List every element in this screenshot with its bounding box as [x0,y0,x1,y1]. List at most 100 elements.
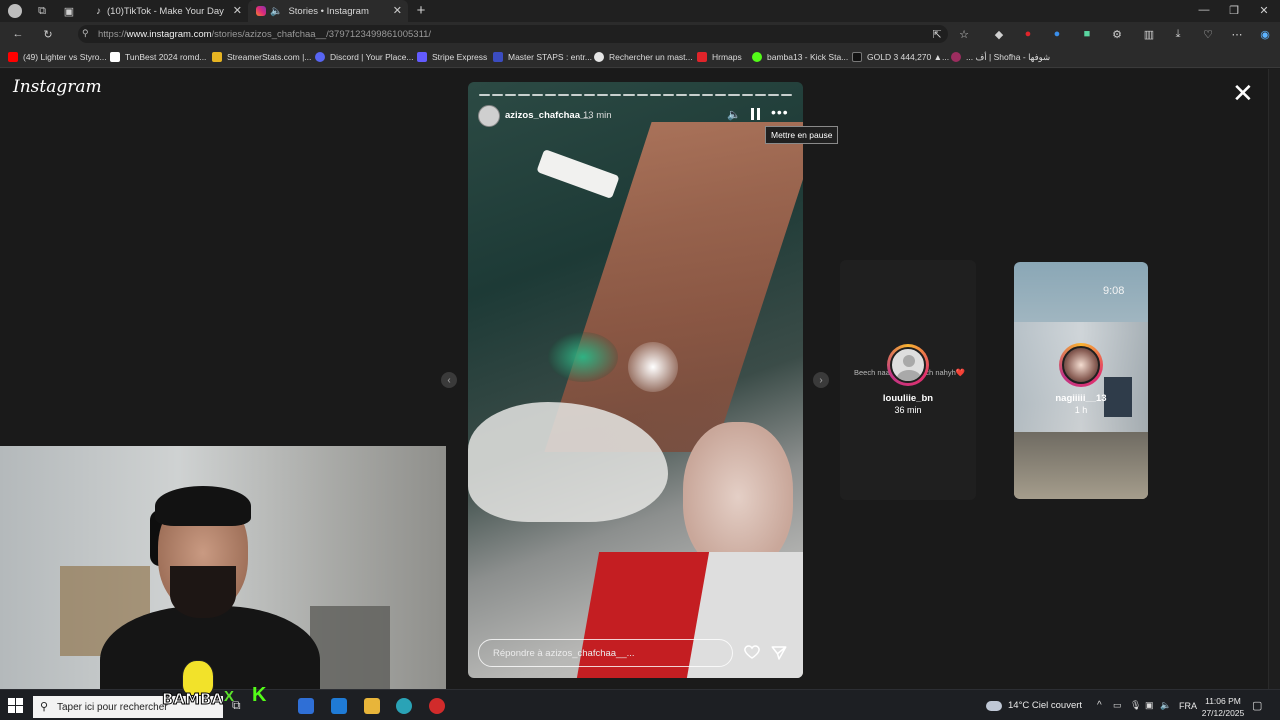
open-in-app-icon[interactable]: ⇱ [930,27,944,41]
tab-actions-icon[interactable]: ▣ [62,4,76,18]
bookmark-icon [110,52,120,62]
story-avatar[interactable] [887,344,929,386]
page-scrollbar[interactable] [1268,69,1280,689]
reply-input[interactable]: Répondre à azizos_chafchaa__... [478,639,733,667]
bookmark-item[interactable]: (49) Lighter vs Styro... [8,50,107,64]
minimize-icon[interactable]: — [1197,3,1211,17]
windows-start-icon[interactable] [8,698,23,713]
story-timestamp: 36 min [894,405,922,415]
display-icon[interactable]: ▣ [1145,700,1154,711]
volume-icon[interactable]: 🔈 [727,108,741,121]
close-tab-icon[interactable]: ✕ [393,4,402,17]
bookmarks-bar: (49) Lighter vs Styro... TunBest 2024 ro… [0,46,1280,68]
tab-tiktok[interactable]: ♪ (10)TikTok - Make Your Day ✕ [88,0,248,22]
tiktok-icon: ♪ [96,5,101,17]
extensions-icon[interactable]: ⚙ [1110,27,1124,41]
bookmark-item[interactable]: ... أف | Shofha - شوفها [951,50,1050,64]
speaker-icon[interactable]: 🔈 [270,6,282,17]
show-hidden-icons-icon[interactable]: ^ [1097,700,1102,711]
new-tab-icon[interactable]: + [414,2,428,19]
bookmark-icon [594,52,604,62]
bookmark-item[interactable]: Master STAPS : entr... [493,50,592,64]
bookmark-label: TunBest 2024 romd... [125,52,207,62]
workspaces-icon[interactable]: ⧉ [35,4,49,18]
like-heart-icon[interactable] [743,643,761,661]
weather-widget[interactable]: 14°C Ciel couvert [986,700,1082,711]
bookmark-label: bamba13 - Kick Sta... [767,52,849,62]
site-info-icon[interactable]: ⚲ [82,28,89,39]
task-view-icon[interactable]: ⧉ [232,698,248,714]
story-username[interactable]: nagiiiii__13 [1016,393,1146,404]
bookmark-item[interactable]: StreamerStats.com |... [212,50,311,64]
close-window-icon[interactable]: ✕ [1257,3,1271,17]
profile-icon[interactable] [8,4,22,18]
extension-red-icon[interactable]: ● [1021,27,1035,41]
app-icon[interactable] [429,698,445,714]
bookmark-label: (49) Lighter vs Styro... [23,52,107,62]
store-icon[interactable] [298,698,314,714]
bookmark-icon [752,52,762,62]
close-tab-icon[interactable]: ✕ [233,4,242,17]
tab-title: Stories • Instagram [288,5,369,17]
search-icon: ⚲ [40,701,49,713]
bookmark-item[interactable]: TunBest 2024 romd... [110,50,206,64]
bookmark-icon [697,52,707,62]
story-timestamp: 13 min [583,110,612,121]
extension-blue-icon[interactable]: ● [1050,27,1064,41]
previous-story-icon[interactable]: ‹ [441,372,457,388]
extension-green-icon[interactable]: ■ [1080,27,1094,41]
clock-time: 11:06 PM [1205,696,1241,706]
bookmark-item[interactable]: Stripe Express [417,50,487,64]
back-icon[interactable]: ← [11,27,25,41]
story-progress-bars [479,94,792,96]
microphone-icon[interactable]: 🎙 [1130,700,1141,711]
bookmark-item[interactable]: Discord | Your Place... [315,50,413,64]
maximize-icon[interactable]: ❐ [1227,3,1241,17]
bookmark-icon [8,52,18,62]
send-icon[interactable] [770,644,788,662]
file-explorer-icon[interactable] [364,698,380,714]
copilot-icon[interactable]: ◉ [1258,27,1272,41]
search-placeholder: Taper ici pour rechercher [57,701,168,713]
story-username[interactable]: louuliie_bn [850,393,966,404]
url-host: www.instagram.com [126,28,212,40]
next-story-icon[interactable]: › [813,372,829,388]
mail-icon[interactable] [331,698,347,714]
story-avatar[interactable] [1059,343,1103,387]
url-path: /stories/azizos_chafchaa__/3797123499861… [211,28,432,40]
volume-tray-icon[interactable]: 🔈 [1160,700,1171,711]
bookmark-icon [951,52,961,62]
bookmark-item[interactable]: Hrmaps [697,50,742,64]
story-user-avatar[interactable] [478,105,500,127]
instagram-logo[interactable]: Instagram [13,77,102,97]
taskbar-clock[interactable]: 11:06 PM 27/12/2025 [1196,695,1250,719]
pause-icon[interactable] [751,108,761,120]
more-menu-icon[interactable]: ⋯ [1230,27,1244,41]
bookmark-label: ... أف | Shofha - شوفها [966,51,1051,62]
language-indicator[interactable]: FRA [1179,701,1197,711]
favorite-star-icon[interactable]: ☆ [957,27,971,41]
bookmark-item[interactable]: GOLD 3 444,270 ▲... [852,50,949,64]
bookmark-item[interactable]: Rechercher un mast... [594,50,693,64]
bookmark-icon [212,52,222,62]
close-stories-icon[interactable]: ✕ [1232,80,1254,106]
notifications-icon[interactable]: ▢ [1252,699,1262,712]
downloads-icon[interactable]: ⤓ [1171,27,1185,41]
bookmark-item[interactable]: bamba13 - Kick Sta... [752,50,848,64]
url-bar[interactable]: ⚲ https://www.instagram.com/stories/aziz… [78,25,948,43]
instagram-favicon [256,6,266,16]
story-media[interactable] [468,82,803,678]
bookmark-label: Discord | Your Place... [330,52,414,62]
split-screen-icon[interactable]: ▥ [1142,27,1156,41]
story-username[interactable]: azizos_chafchaa__ [505,110,591,121]
tab-instagram[interactable]: 🔈 Stories • Instagram ✕ [248,0,408,22]
edge-icon[interactable] [396,698,412,714]
network-tray-icon[interactable]: ▭ [1113,700,1122,711]
bookmark-label: Rechercher un mast... [609,52,693,62]
more-options-icon[interactable]: ••• [771,104,789,120]
extension-icon[interactable]: ◆ [992,27,1006,41]
bookmark-label: StreamerStats.com |... [227,52,312,62]
performance-icon[interactable]: ♡ [1201,27,1215,41]
refresh-icon[interactable]: ↻ [41,27,55,41]
pause-tooltip: Mettre en pause [765,126,839,144]
